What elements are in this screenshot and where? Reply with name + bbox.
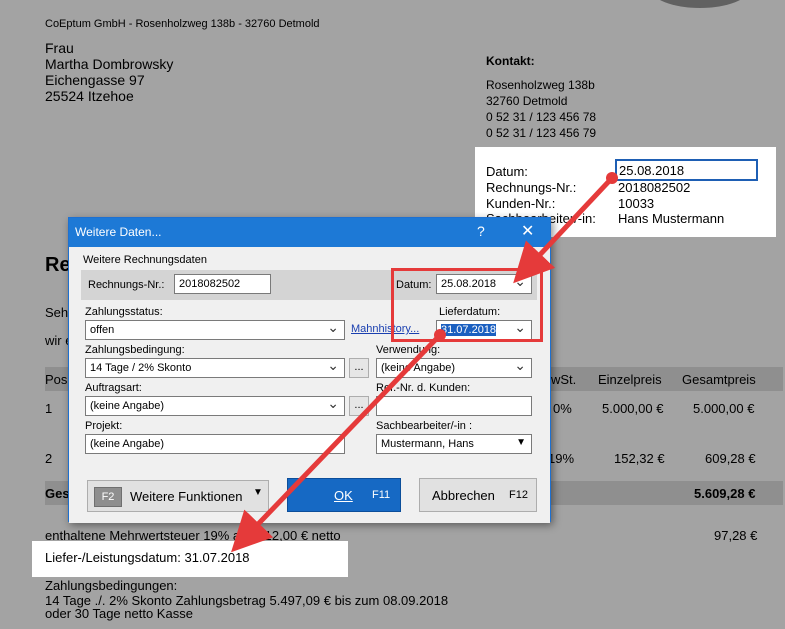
arrow-start-dot xyxy=(606,172,618,184)
annotation-arrows xyxy=(231,172,618,553)
arrow-lieferdatum xyxy=(231,333,442,553)
arrow-start-dot xyxy=(434,329,446,341)
arrow-datum xyxy=(513,176,614,284)
